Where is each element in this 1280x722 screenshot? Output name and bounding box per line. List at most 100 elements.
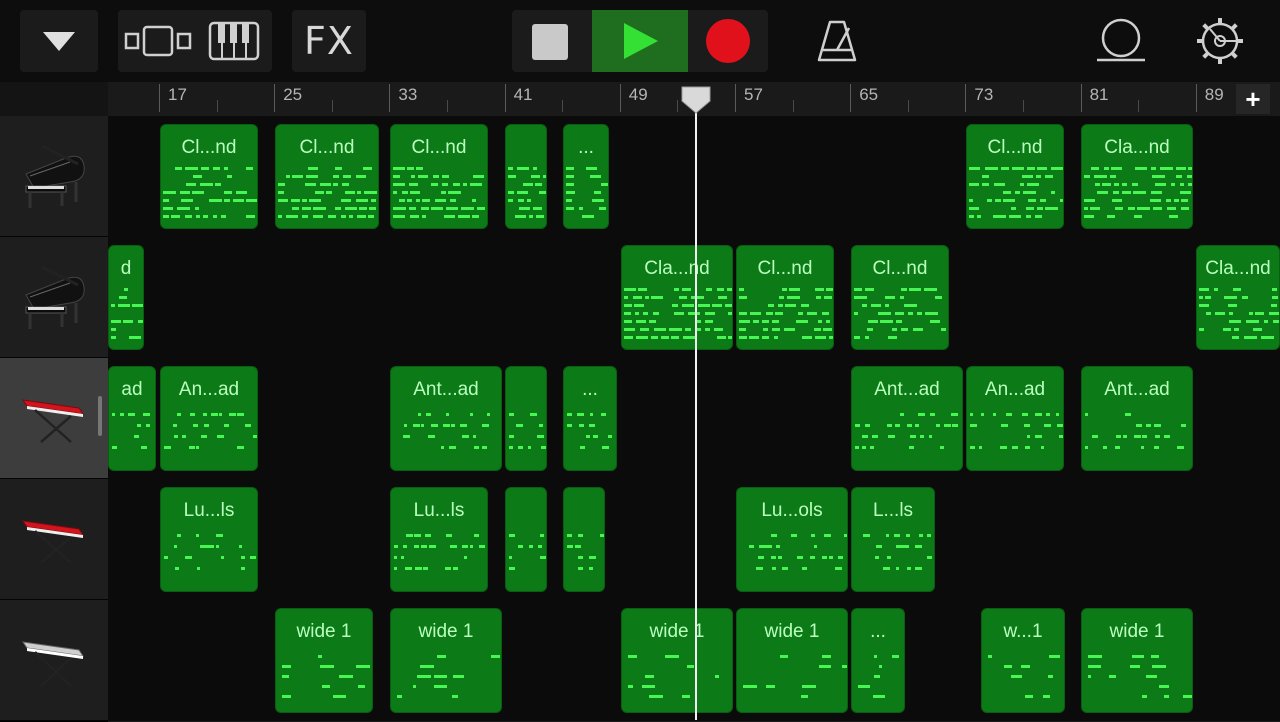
region-note-preview xyxy=(403,413,490,449)
track-header-5[interactable] xyxy=(0,600,108,721)
midi-region[interactable]: Cl...nd xyxy=(736,245,834,350)
region-note-preview xyxy=(509,534,546,570)
region-note-preview xyxy=(397,655,500,698)
settings-gear-icon[interactable] xyxy=(1194,16,1246,66)
ruler-major-tick xyxy=(504,84,506,112)
midi-region[interactable]: Ant...ad xyxy=(851,366,963,471)
midi-region[interactable]: Cl...nd xyxy=(275,124,379,229)
track-header-1[interactable] xyxy=(0,116,108,237)
region-name: Lu...ls xyxy=(413,500,465,521)
ruler-minor-tick xyxy=(216,100,218,112)
midi-region[interactable]: L...ls xyxy=(851,487,935,592)
region-name: w...1 xyxy=(1003,621,1043,642)
keyboard-icon[interactable] xyxy=(204,20,264,62)
midi-region[interactable]: Cla...nd xyxy=(1081,124,1193,229)
track-headers xyxy=(0,116,108,721)
midi-region[interactable]: Ant...ad xyxy=(1081,366,1193,471)
ruler-bar-label: 41 xyxy=(513,85,533,104)
region-note-preview xyxy=(566,167,608,218)
region-note-preview xyxy=(743,655,847,698)
midi-region[interactable]: ... xyxy=(851,608,905,713)
ruler-minor-tick xyxy=(907,100,909,112)
browser-menu-button[interactable] xyxy=(20,10,98,72)
ruler-major-tick xyxy=(274,84,276,112)
synth-keyboard-icon xyxy=(19,626,89,695)
region-name: Cl...nd xyxy=(757,258,813,279)
midi-region[interactable]: wide 1 xyxy=(390,608,502,713)
midi-region[interactable]: w...1 xyxy=(981,608,1065,713)
region-note-preview xyxy=(508,167,546,218)
loop-icon[interactable] xyxy=(1094,18,1148,64)
ruler-minor-tick xyxy=(1023,100,1024,112)
region-name: ... xyxy=(870,621,886,642)
region-name: Cla...nd xyxy=(1205,258,1271,279)
midi-region[interactable]: Cl...nd xyxy=(851,245,949,350)
fx-button[interactable]: FX xyxy=(292,10,366,72)
midi-region[interactable]: Ant...ad xyxy=(390,366,502,471)
ruler-bar-label: 73 xyxy=(974,85,994,104)
region-name: An...ad xyxy=(984,379,1046,400)
track-header-4[interactable] xyxy=(0,479,108,600)
ruler-bar-label: 25 xyxy=(283,85,303,104)
midi-region[interactable]: Lu...ols xyxy=(736,487,848,592)
midi-region[interactable]: Cl...nd xyxy=(966,124,1064,229)
stop-icon[interactable] xyxy=(526,22,574,62)
region-note-preview xyxy=(163,167,257,218)
record-icon[interactable] xyxy=(702,18,754,64)
midi-region[interactable]: Cla...nd xyxy=(621,245,733,350)
red-keyboard-icon xyxy=(19,386,89,451)
metronome-icon[interactable] xyxy=(812,18,862,64)
region-name: Cl...nd xyxy=(181,137,237,158)
region-name: wide 1 xyxy=(296,621,352,642)
red-keyboard-icon xyxy=(19,507,89,572)
track-header-3[interactable] xyxy=(0,358,108,479)
play-icon[interactable] xyxy=(592,10,688,72)
ruler-major-tick xyxy=(619,84,621,112)
region-name: L...ls xyxy=(872,500,914,521)
midi-region[interactable]: An...ad xyxy=(160,366,258,471)
midi-region[interactable]: d xyxy=(108,245,144,350)
region-note-preview xyxy=(858,655,899,698)
midi-region[interactable]: Lu...ls xyxy=(160,487,258,592)
playhead-handle-icon[interactable] xyxy=(680,85,712,120)
add-section-button[interactable]: + xyxy=(1236,84,1270,114)
region-name: Lu...ls xyxy=(183,500,235,521)
region-note-preview xyxy=(628,655,719,698)
ruler-major-tick xyxy=(850,84,852,112)
region-name: wide 1 xyxy=(649,621,705,642)
midi-region[interactable]: An...ad xyxy=(966,366,1064,471)
midi-region[interactable]: wide 1 xyxy=(736,608,848,713)
ruler-bar-label: 33 xyxy=(398,85,418,104)
midi-region[interactable]: Cl...nd xyxy=(390,124,488,229)
midi-region[interactable]: ad xyxy=(108,366,156,471)
midi-region[interactable]: wide 1 xyxy=(621,608,733,713)
transport-group xyxy=(512,10,768,72)
midi-region[interactable]: ... xyxy=(563,124,609,229)
track-lane[interactable] xyxy=(108,479,1280,601)
midi-region[interactable] xyxy=(505,487,547,592)
midi-region[interactable] xyxy=(505,124,547,229)
track-header-2[interactable] xyxy=(0,237,108,358)
midi-region[interactable]: Lu...ls xyxy=(390,487,488,592)
grand-piano-icon xyxy=(20,136,88,217)
ruler-bar-label: 89 xyxy=(1204,85,1224,104)
midi-region[interactable]: ... xyxy=(563,366,617,471)
midi-region[interactable]: Cla...nd xyxy=(1196,245,1280,350)
region-name: d xyxy=(120,258,132,279)
midi-region[interactable]: wide 1 xyxy=(275,608,373,713)
dropdown-triangle-icon xyxy=(42,30,76,52)
midi-region[interactable] xyxy=(563,487,605,592)
region-name: ad xyxy=(121,379,143,400)
ruler-minor-tick xyxy=(447,100,448,112)
ruler-bar-label: 49 xyxy=(628,85,648,104)
midi-region[interactable] xyxy=(505,366,547,471)
view-toggle-icon[interactable] xyxy=(122,20,194,62)
region-note-preview xyxy=(1088,655,1192,698)
ruler-major-tick xyxy=(1080,84,1082,112)
midi-region[interactable]: Cl...nd xyxy=(160,124,258,229)
track-scroll-indicator[interactable] xyxy=(98,396,102,436)
ruler-bar-label: 81 xyxy=(1089,85,1109,104)
midi-region[interactable]: wide 1 xyxy=(1081,608,1193,713)
region-note-preview xyxy=(970,413,1063,449)
playhead-line xyxy=(695,100,697,720)
